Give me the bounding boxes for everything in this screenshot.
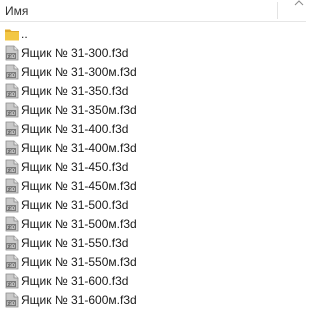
- list-item[interactable]: F3D Ящик № 31-400м.f3d: [0, 139, 306, 158]
- svg-text:F3D: F3D: [7, 263, 15, 268]
- file-name: Ящик № 31-400.f3d: [21, 122, 129, 136]
- list-item[interactable]: F3D Ящик № 31-550.f3d: [0, 234, 306, 253]
- file-name: Ящик № 31-300м.f3d: [21, 65, 137, 79]
- f3d-file-icon: F3D: [4, 216, 20, 232]
- f3d-file-icon: F3D: [4, 45, 20, 61]
- chevron-up-icon[interactable]: [292, 0, 306, 10]
- file-name: Ящик № 31-350.f3d: [21, 84, 129, 98]
- svg-text:F3D: F3D: [7, 54, 15, 59]
- folder-icon: [4, 26, 20, 42]
- svg-text:F3D: F3D: [7, 282, 15, 287]
- f3d-file-icon: F3D: [4, 254, 20, 270]
- column-divider[interactable]: [277, 2, 278, 19]
- column-header: Имя: [0, 0, 306, 22]
- list-item[interactable]: F3D Ящик № 31-550м.f3d: [0, 253, 306, 272]
- svg-text:F3D: F3D: [7, 225, 15, 230]
- list-item[interactable]: F3D Ящик № 31-300м.f3d: [0, 63, 306, 82]
- f3d-file-icon: F3D: [4, 64, 20, 80]
- list-item-parent-folder[interactable]: ..: [0, 25, 306, 44]
- f3d-file-icon: F3D: [4, 292, 20, 308]
- svg-text:F3D: F3D: [7, 244, 15, 249]
- list-item[interactable]: F3D Ящик № 31-400.f3d: [0, 120, 306, 139]
- file-name: Ящик № 31-450.f3d: [21, 160, 129, 174]
- list-item[interactable]: F3D Ящик № 31-450м.f3d: [0, 177, 306, 196]
- f3d-file-icon: F3D: [4, 197, 20, 213]
- file-list: .. F3D Ящик № 31-300.f3d F3D Ящик № 31-300м…: [0, 25, 306, 310]
- name-column-header[interactable]: Имя: [5, 4, 28, 18]
- f3d-file-icon: F3D: [4, 121, 20, 137]
- svg-text:F3D: F3D: [7, 130, 15, 135]
- f3d-file-icon: F3D: [4, 178, 20, 194]
- file-name: Ящик № 31-600.f3d: [21, 274, 129, 288]
- f3d-file-icon: F3D: [4, 273, 20, 289]
- file-name: Ящик № 31-350м.f3d: [21, 103, 137, 117]
- file-name: Ящик № 31-500.f3d: [21, 198, 129, 212]
- list-item[interactable]: F3D Ящик № 31-500.f3d: [0, 196, 306, 215]
- list-item[interactable]: F3D Ящик № 31-350м.f3d: [0, 101, 306, 120]
- parent-folder-label: ..: [21, 27, 28, 41]
- svg-text:F3D: F3D: [7, 149, 15, 154]
- file-name: Ящик № 31-300.f3d: [21, 46, 129, 60]
- svg-text:F3D: F3D: [7, 187, 15, 192]
- svg-text:F3D: F3D: [7, 168, 15, 173]
- f3d-file-icon: F3D: [4, 102, 20, 118]
- svg-text:F3D: F3D: [7, 301, 15, 306]
- file-name: Ящик № 31-550м.f3d: [21, 255, 137, 269]
- svg-text:F3D: F3D: [7, 73, 15, 78]
- list-item[interactable]: F3D Ящик № 31-600.f3d: [0, 272, 306, 291]
- f3d-file-icon: F3D: [4, 235, 20, 251]
- file-name: Ящик № 31-500м.f3d: [21, 217, 137, 231]
- f3d-file-icon: F3D: [4, 159, 20, 175]
- list-item[interactable]: F3D Ящик № 31-500м.f3d: [0, 215, 306, 234]
- file-name: Ящик № 31-450м.f3d: [21, 179, 137, 193]
- file-name: Ящик № 31-550.f3d: [21, 236, 129, 250]
- list-item[interactable]: F3D Ящик № 31-600м.f3d: [0, 291, 306, 310]
- list-item[interactable]: F3D Ящик № 31-300.f3d: [0, 44, 306, 63]
- list-item[interactable]: F3D Ящик № 31-450.f3d: [0, 158, 306, 177]
- svg-text:F3D: F3D: [7, 206, 15, 211]
- file-name: Ящик № 31-600м.f3d: [21, 293, 137, 307]
- file-name: Ящик № 31-400м.f3d: [21, 141, 137, 155]
- f3d-file-icon: F3D: [4, 83, 20, 99]
- f3d-file-icon: F3D: [4, 140, 20, 156]
- list-item[interactable]: F3D Ящик № 31-350.f3d: [0, 82, 306, 101]
- svg-text:F3D: F3D: [7, 92, 15, 97]
- svg-text:F3D: F3D: [7, 111, 15, 116]
